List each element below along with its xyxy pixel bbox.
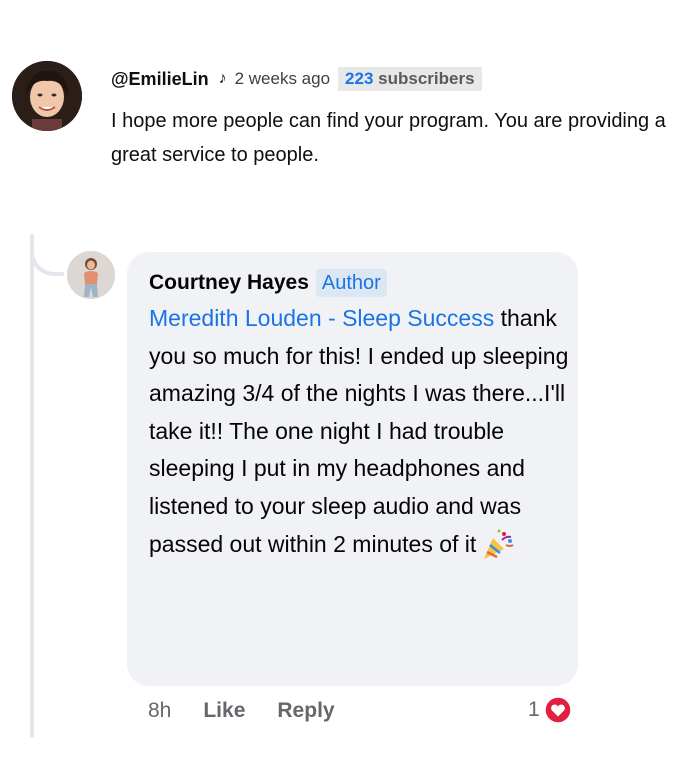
reaction-count: 1 (528, 698, 540, 721)
reaction-summary[interactable]: 1 (528, 696, 572, 724)
replier-avatar[interactable] (67, 251, 115, 299)
party-popper-icon (480, 526, 516, 562)
commenter-username[interactable]: @EmilieLin (111, 69, 209, 90)
heart-icon (543, 696, 572, 724)
reply-bubble: Courtney Hayes Author Meredith Louden - … (127, 252, 578, 686)
like-button[interactable]: Like (203, 699, 245, 723)
reply-body: thank you so much for this! I ended up s… (149, 305, 569, 557)
reply-actions: 8h Like Reply (148, 699, 335, 723)
commenter-avatar[interactable] (12, 61, 82, 131)
reply-name-row: Courtney Hayes Author (149, 266, 556, 300)
author-badge: Author (315, 269, 387, 297)
subscriber-badge: 223 subscribers (338, 67, 482, 91)
subscriber-count: 223 (345, 69, 374, 88)
mention-link[interactable]: Meredith Louden - Sleep Success (149, 305, 494, 331)
thread-connector (30, 234, 64, 276)
music-note-icon: ♪ (218, 70, 227, 87)
thread-line (30, 234, 34, 738)
comment-timestamp[interactable]: 2 weeks ago (235, 69, 330, 89)
reply-button[interactable]: Reply (277, 699, 334, 723)
replier-name[interactable]: Courtney Hayes (149, 271, 309, 295)
reply-timestamp[interactable]: 8h (148, 699, 171, 723)
comment-text: I hope more people can find your program… (111, 110, 666, 166)
comment-header: @EmilieLin ♪ 2 weeks ago 223 subscribers (111, 66, 482, 92)
subscriber-label: subscribers (378, 69, 475, 88)
reply-text: Meredith Louden - Sleep Success thank yo… (149, 300, 569, 563)
